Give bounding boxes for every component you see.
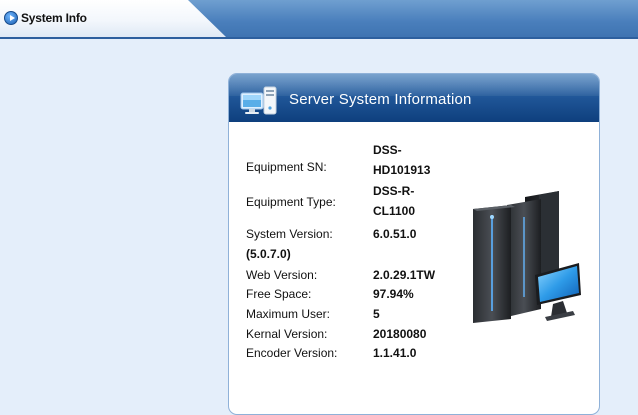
kernal-version-label: Kernal Version: <box>246 327 328 341</box>
equipment-type-value-line2: CL1100 <box>373 204 416 218</box>
server-rack-monitor-icon <box>473 191 581 323</box>
equipment-sn-label: Equipment SN: <box>246 160 327 174</box>
maximum-user-label: Maximum User: <box>246 307 331 321</box>
tab-system-info[interactable]: System Info <box>0 0 226 37</box>
panel-title: Server System Information <box>289 91 472 108</box>
system-version-label: System Version: <box>246 227 333 241</box>
equipment-sn-value-line2: HD101913 <box>373 163 431 177</box>
encoder-version-label: Encoder Version: <box>246 346 338 360</box>
tab-label: System Info <box>21 11 87 25</box>
equipment-type-value-line1: DSS-R- <box>373 184 415 198</box>
equipment-type-label: Equipment Type: <box>246 195 336 209</box>
computer-icon <box>240 86 277 115</box>
free-space-label: Free Space: <box>246 287 312 301</box>
equipment-sn-value-line1: DSS- <box>373 143 402 157</box>
encoder-version-value: 1.1.41.0 <box>373 346 417 360</box>
web-version-label: Web Version: <box>246 268 318 282</box>
play-circle-icon <box>4 11 18 25</box>
system-version-value: 6.0.51.0 <box>373 227 417 241</box>
server-info-panel: Server System Information Equipment SN: … <box>228 73 600 415</box>
panel-header: Server System Information <box>229 74 599 122</box>
system-version-sub: (5.0.7.0) <box>246 247 291 261</box>
kernal-version-value: 20180080 <box>373 327 427 341</box>
tab-bar-divider <box>0 37 638 39</box>
maximum-user-value: 5 <box>373 307 380 321</box>
web-version-value: 2.0.29.1TW <box>373 268 436 282</box>
top-tab-bar: System Info <box>0 0 638 39</box>
free-space-value: 97.94% <box>373 287 414 301</box>
panel-body: Equipment SN: DSS- HD101913 Equipment Ty… <box>229 122 599 414</box>
